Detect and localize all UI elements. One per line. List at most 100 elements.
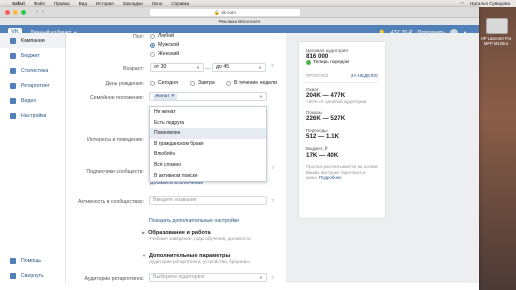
more-link[interactable]: Подробнее — [319, 175, 342, 180]
help-icon[interactable]: ? — [271, 199, 274, 205]
menu-window[interactable]: Окно — [152, 1, 163, 6]
checkbox[interactable] — [150, 80, 155, 86]
select-value: до 45 — [216, 64, 230, 70]
menu-file[interactable]: Файл — [34, 1, 45, 6]
sidebar-item-label: Настройки — [21, 112, 47, 119]
sidebar-item-settings[interactable]: Настройки — [0, 108, 65, 123]
megaphone-icon — [10, 37, 16, 44]
select-value: от 30 — [154, 64, 167, 70]
forecast-header: ПРОГНОЗ ЗА НЕДЕЛЮ — [306, 73, 378, 78]
reach-note: ~40% от целевой аудитории — [306, 99, 367, 104]
subscribers-label: Подписчики сообществ: — [86, 169, 144, 175]
sidebar-item-label: Бюджет — [21, 52, 40, 59]
target-icon — [10, 82, 16, 89]
divider — [306, 82, 378, 83]
gender-female[interactable]: Женский — [150, 51, 179, 57]
retarget-select[interactable]: Выберите аудиторию ▼ — [149, 273, 267, 282]
sidebar-item-label: Помощь — [21, 257, 42, 264]
dropdown-option-hovered[interactable]: Помолвлен — [150, 128, 266, 139]
sidebar-item-campaigns[interactable]: Кампании — [0, 33, 65, 48]
option-label: Любой — [158, 33, 175, 39]
chevron-down-icon: ▼ — [259, 94, 263, 99]
sidebar-item-collapse[interactable]: Свернуть — [0, 268, 65, 283]
sidebar: Кампании Бюджет Статистика Ретаргетинг В… — [0, 33, 66, 283]
budget-value: 17K — 40K — [306, 152, 339, 159]
menu-edit[interactable]: Правка — [54, 1, 70, 6]
wifi-icon[interactable]: ◠ — [460, 1, 464, 7]
chevron-down-icon: ▼ — [259, 275, 263, 280]
sidebar-item-statistics[interactable]: Статистика — [0, 63, 65, 78]
gear-icon — [10, 112, 16, 119]
interests-label: Интересы и поведение: — [87, 137, 144, 143]
radio-button[interactable] — [150, 33, 155, 39]
clicks-value: 512 — 1.1K — [306, 133, 340, 140]
gender-any[interactable]: Любой — [150, 33, 174, 39]
menu-view[interactable]: Вид — [79, 1, 87, 6]
birthday-week[interactable]: В течение недели — [226, 80, 277, 86]
menubar-user[interactable]: Наталья Сувидова — [470, 1, 510, 6]
sidebar-item-label: Кампании — [21, 37, 45, 44]
age-from-select[interactable]: от 30 ▼ — [150, 63, 204, 72]
tab-active[interactable]: Реклама ВКонтакте — [0, 18, 479, 25]
menu-bookmarks[interactable]: Закладки — [123, 1, 143, 6]
option-label: Мужской — [158, 42, 180, 48]
checkbox[interactable] — [190, 80, 195, 86]
education-section[interactable]: ▶ Образование и работа Учебные заведения,… — [142, 230, 251, 241]
period-select[interactable]: ЗА НЕДЕЛЮ — [351, 73, 378, 78]
close-window-button[interactable] — [5, 9, 10, 15]
retarget-label: Аудитории ретаргетинга: — [84, 276, 145, 282]
zoom-window-button[interactable] — [21, 9, 26, 15]
caret-right-icon: ▶ — [142, 230, 146, 235]
birthday-label: День рождения: — [105, 81, 144, 87]
option-label: В течение недели — [234, 80, 277, 86]
audience-value: 816 000 — [306, 53, 329, 60]
sidebar-item-budget[interactable]: Бюджет — [0, 48, 65, 63]
radio-button[interactable] — [150, 42, 155, 48]
dropdown-option[interactable]: В гражданском браке — [150, 139, 266, 150]
help-icon[interactable]: ? — [271, 64, 274, 70]
wallet-icon — [10, 52, 16, 59]
sidebar-item-label: Ретаргетинг — [21, 82, 50, 89]
marital-select[interactable]: Женат ✕ ▼ — [149, 92, 267, 101]
age-to-select[interactable]: до 45 ▼ — [212, 63, 266, 72]
marital-chip[interactable]: Женат ✕ — [153, 94, 177, 100]
address-bar[interactable]: 🔒 vk.com — [150, 9, 300, 16]
radio-button[interactable] — [150, 51, 155, 57]
chevron-down-icon: ▼ — [196, 65, 200, 70]
show-more-link[interactable]: Показать дополнительные настройки — [149, 218, 239, 224]
dropdown-option[interactable]: В активном поиске — [150, 171, 266, 182]
forward-icon[interactable]: › — [42, 9, 44, 15]
menu-app[interactable]: Safari — [12, 1, 25, 6]
activity-input[interactable]: Введите название — [149, 196, 267, 205]
forecast-card: Целевая аудитория 816 000 Теперь порядок… — [298, 41, 386, 219]
help-icon[interactable]: ? — [271, 276, 274, 282]
back-icon[interactable]: ‹ — [36, 9, 38, 15]
birthday-today[interactable]: Сегодня — [150, 80, 178, 86]
section-subtitle: Аудитории ретаргетинга, устройства, брау… — [149, 259, 250, 264]
sidebar-item-help[interactable]: Помощь — [0, 253, 65, 268]
dropdown-option[interactable]: Не женат — [150, 107, 266, 118]
printer-icon[interactable] — [486, 18, 508, 34]
checkbox[interactable] — [226, 80, 231, 86]
birthday-tomorrow[interactable]: Завтра — [190, 80, 215, 86]
chart-icon — [10, 67, 16, 74]
dropdown-option[interactable]: Всё сложно — [150, 160, 266, 171]
dropdown-option[interactable]: Есть подруга — [150, 118, 266, 129]
help-icon[interactable]: ? — [271, 166, 274, 172]
marital-dropdown: Не женат Есть подруга Помолвлен В гражда… — [149, 106, 267, 183]
browser-toolbar: ‹ › 🔒 vk.com — [0, 7, 479, 18]
help-icon — [10, 257, 16, 264]
menu-help[interactable]: Справка — [171, 1, 189, 6]
age-label: Возраст: — [123, 66, 144, 72]
sidebar-item-video[interactable]: Видео — [0, 93, 65, 108]
remove-icon[interactable]: ✕ — [171, 94, 175, 99]
extra-section[interactable]: ▼ Дополнительные параметры Аудитории рета… — [142, 253, 250, 264]
sidebar-item-retargeting[interactable]: Ретаргетинг — [0, 78, 65, 93]
gender-male[interactable]: Мужской — [150, 42, 179, 48]
menu-history[interactable]: История — [96, 1, 114, 6]
status-text: Теперь порядок! — [313, 60, 350, 65]
minimize-window-button[interactable] — [13, 9, 18, 15]
dropdown-option[interactable]: Влюблён — [150, 149, 266, 160]
impressions-value: 226K — 527K — [306, 115, 346, 122]
mac-menubar: Safari Файл Правка Вид История Закладки … — [0, 0, 516, 7]
